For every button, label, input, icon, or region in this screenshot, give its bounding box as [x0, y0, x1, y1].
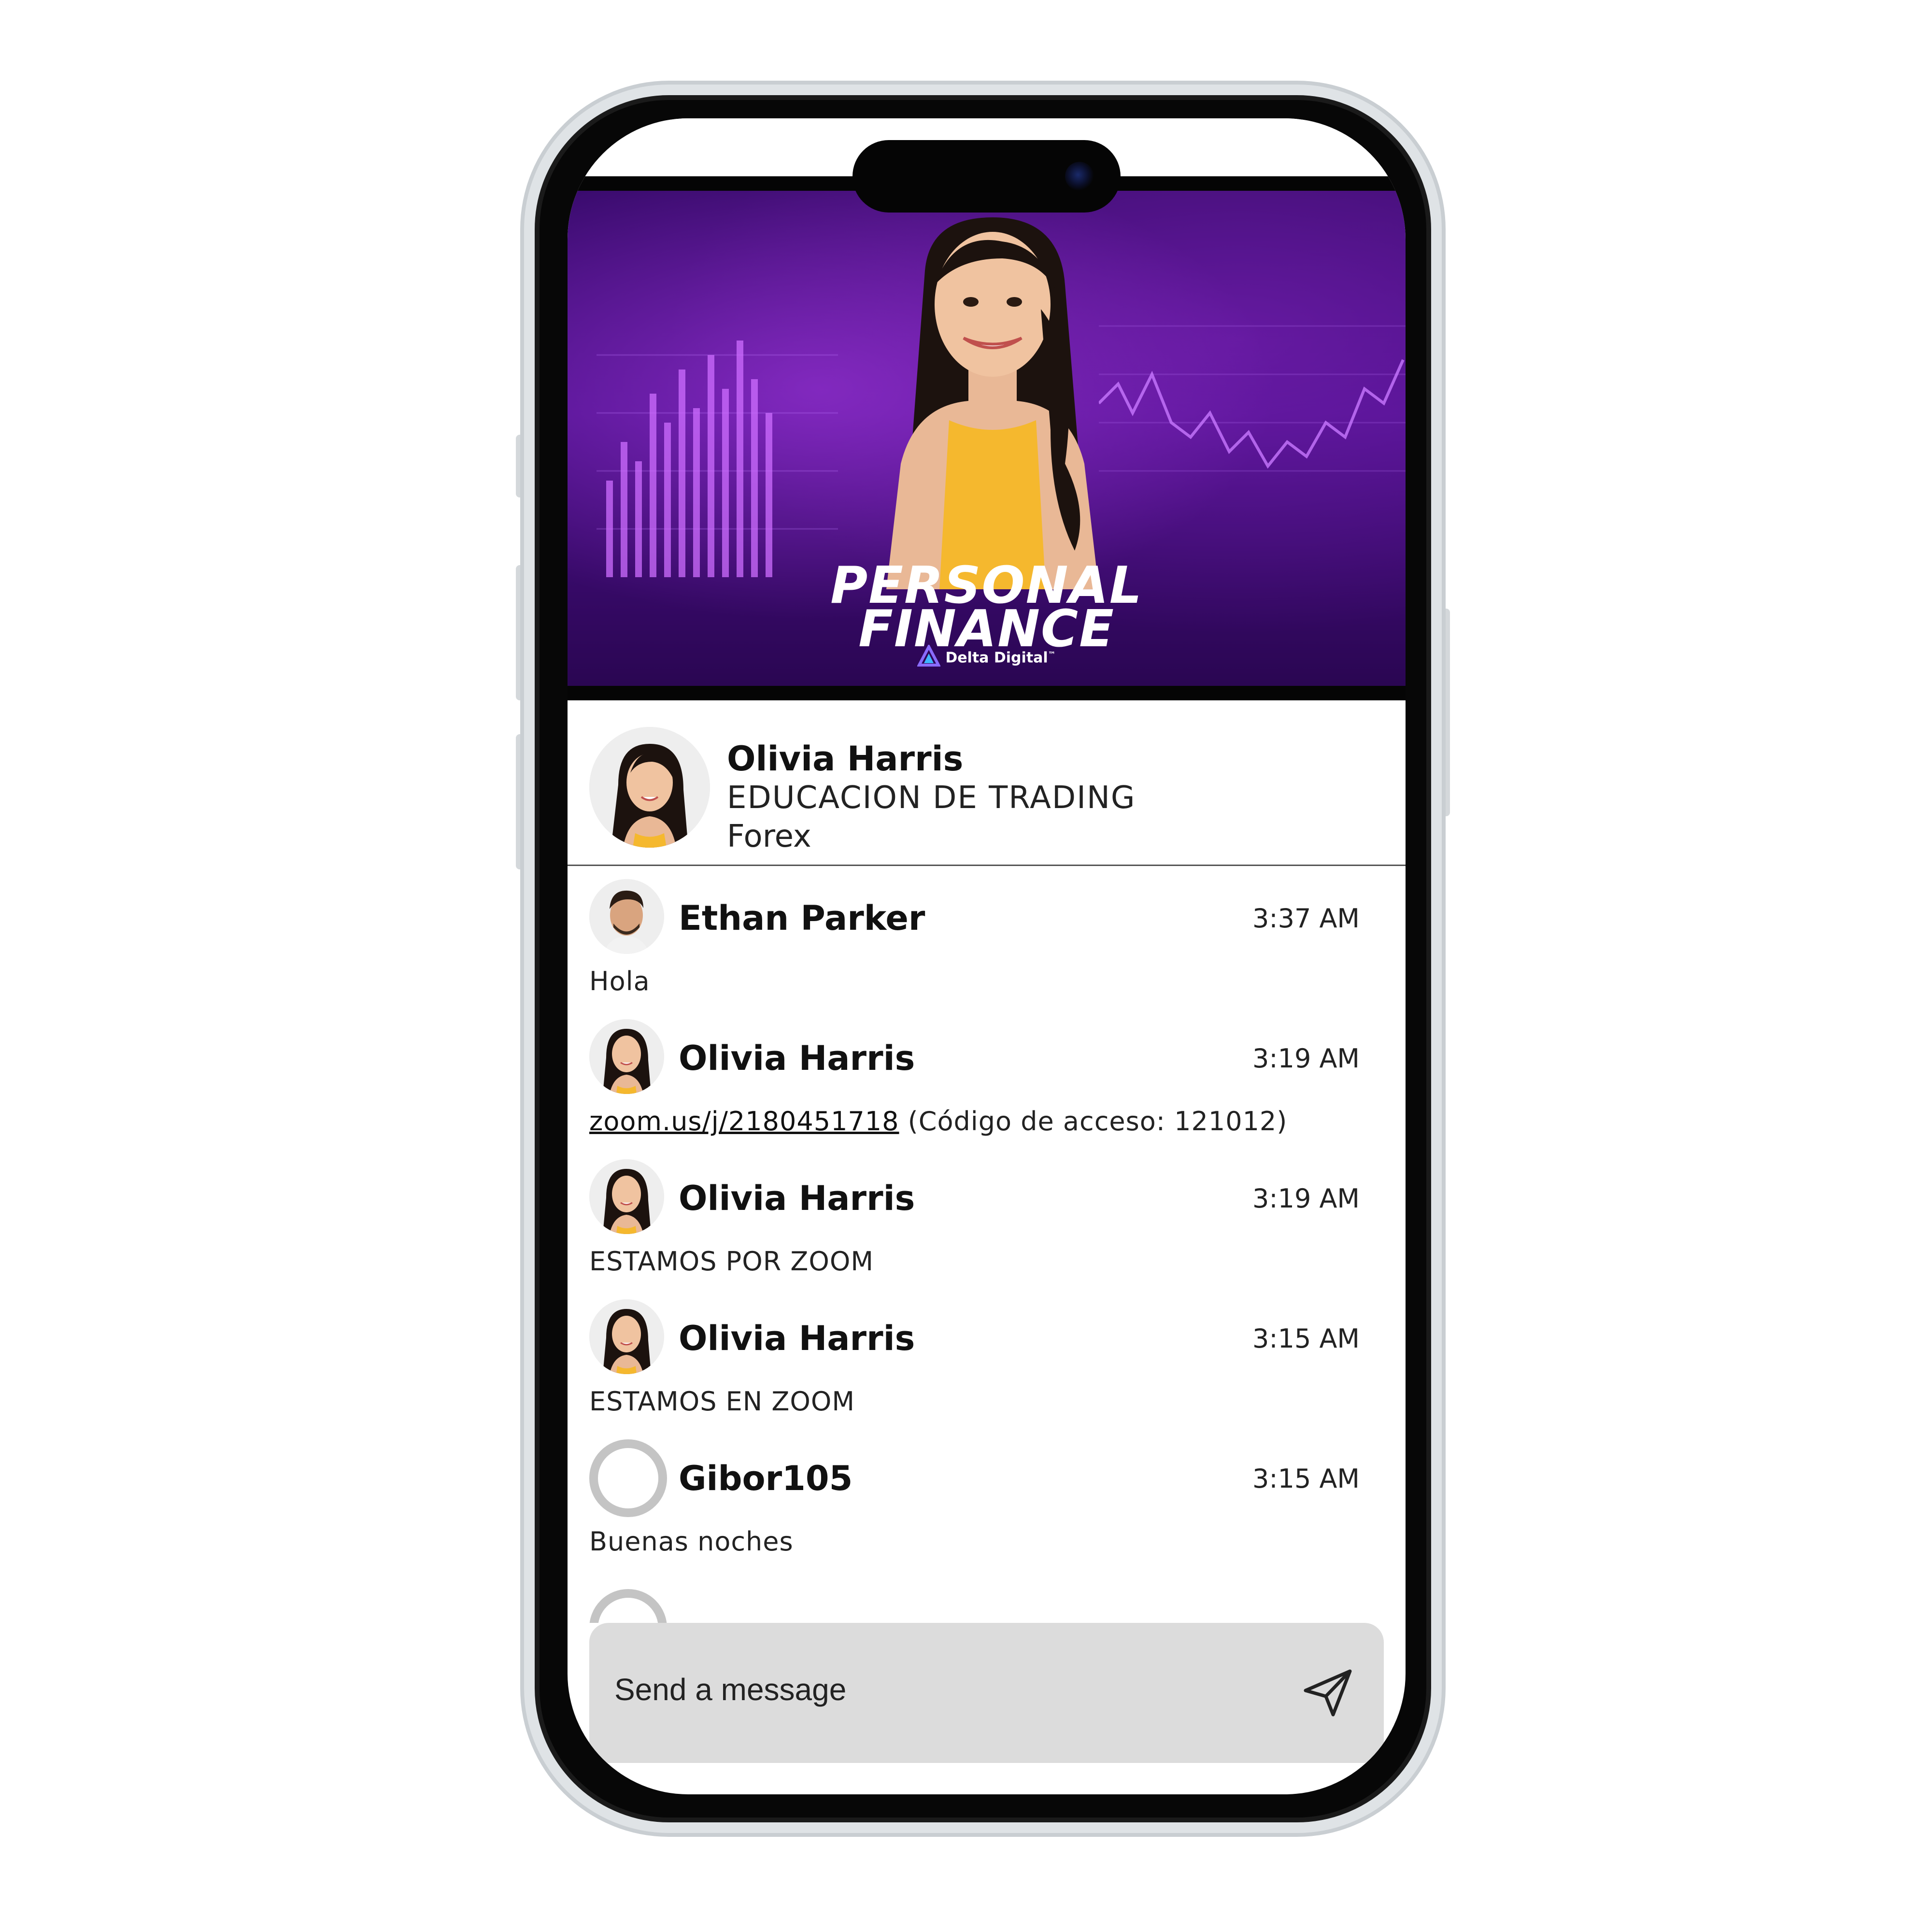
access-code-text: (Código de acceso: 121012) [899, 1106, 1288, 1136]
host-category: EDUCACION DE TRADING [727, 780, 1136, 816]
delta-digital-logo: Delta Digital™ [568, 643, 1406, 672]
message-time: 3:19 AM [1252, 1043, 1360, 1074]
message-time: 3:15 AM [1252, 1323, 1360, 1354]
chat-message: Olivia Harris 3:19 AM zoom.us/j/21804517… [568, 1009, 1406, 1150]
banner-bottom-border [568, 686, 1406, 700]
host-avatar[interactable] [589, 727, 710, 848]
message-time: 3:19 AM [1252, 1183, 1360, 1214]
line-chart-graphic [1099, 325, 1406, 472]
host-info: Olivia Harris EDUCACION DE TRADING Forex [568, 700, 1406, 866]
user-avatar[interactable] [589, 1019, 664, 1094]
message-time: 3:37 AM [1252, 903, 1360, 934]
message-text: Hola [589, 966, 650, 996]
user-avatar[interactable] [589, 1299, 664, 1374]
presenter-photo [886, 217, 1099, 589]
chat-message: Olivia Harris 3:15 AM ESTAMOS EN ZOOM [568, 1290, 1406, 1430]
message-author[interactable]: Gibor105 [679, 1459, 852, 1498]
logo-text: Delta Digital [945, 649, 1048, 667]
camera-icon [1065, 162, 1094, 191]
phone-screen: PERSONAL FINANCE Delta Digital™ Olivia H… [568, 118, 1406, 1794]
message-text: zoom.us/j/2180451718 (Código de acceso: … [589, 1106, 1287, 1136]
chat-message: Gibor105 3:15 AM Buenas noches [568, 1430, 1406, 1570]
message-author[interactable]: Olivia Harris [679, 1319, 915, 1358]
message-author[interactable]: Olivia Harris [679, 1179, 915, 1218]
send-icon[interactable] [1302, 1666, 1355, 1719]
stream-banner[interactable]: PERSONAL FINANCE Delta Digital™ [568, 191, 1406, 686]
power-button [1440, 609, 1450, 816]
message-text: ESTAMOS EN ZOOM [589, 1386, 855, 1417]
dynamic-island [852, 140, 1121, 213]
host-name: Olivia Harris [727, 739, 964, 779]
user-avatar[interactable] [589, 1159, 664, 1234]
chat-messages[interactable]: Ethan Parker 3:37 AM Hola Olivia Harris … [568, 869, 1406, 1623]
delta-logo-icon [917, 643, 941, 672]
message-input[interactable] [613, 1671, 1243, 1708]
zoom-link[interactable]: zoom.us/j/2180451718 [589, 1106, 899, 1136]
message-author[interactable]: Olivia Harris [679, 1038, 915, 1078]
message-text: Buenas noches [589, 1526, 794, 1557]
logo-trademark: ™ [1048, 650, 1056, 659]
chat-message: Ethan Parker 3:37 AM Hola [568, 869, 1406, 1009]
default-avatar-icon [589, 1589, 667, 1623]
message-time: 3:15 AM [1252, 1463, 1360, 1494]
message-author[interactable]: Ethan Parker [679, 898, 925, 938]
bar-chart-graphic [597, 341, 838, 577]
host-topic: Forex [727, 819, 811, 854]
message-composer[interactable] [589, 1623, 1384, 1763]
user-avatar[interactable] [589, 879, 664, 954]
message-text: ESTAMOS POR ZOOM [589, 1246, 874, 1277]
chat-message: Olivia Harris 3:19 AM ESTAMOS POR ZOOM [568, 1150, 1406, 1290]
default-avatar-icon[interactable] [589, 1439, 667, 1517]
